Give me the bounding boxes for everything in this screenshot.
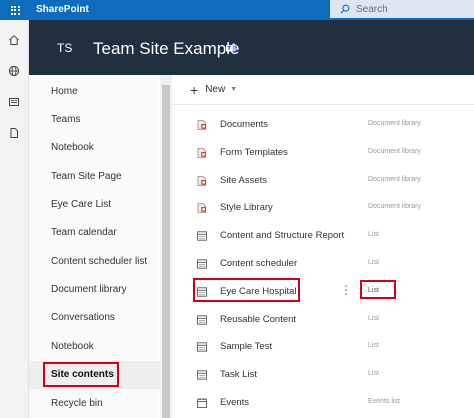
nav-scrollbar-thumb[interactable]: [162, 85, 170, 418]
nav-item-eye-care-list[interactable]: Eye Care List: [51, 198, 111, 212]
calendar-icon: [196, 396, 208, 408]
content-type: Document library: [368, 175, 421, 183]
content-type: List: [368, 342, 379, 350]
site-contents-highlight: [43, 362, 119, 387]
teams-icon[interactable]: [225, 42, 237, 54]
plus-icon: +: [190, 81, 199, 98]
content-type: List: [368, 259, 379, 266]
content-name[interactable]: Events: [220, 397, 249, 408]
content-type: List: [368, 370, 379, 378]
content-row-sample-test[interactable]: Sample Test List: [172, 333, 474, 361]
list-icon: [196, 313, 208, 325]
app-launcher-icon[interactable]: [0, 0, 30, 20]
nav-item-teams[interactable]: Teams: [51, 113, 80, 127]
site-title[interactable]: Team Site Example: [93, 39, 239, 59]
content-row-reusable-content[interactable]: Reusable Content List: [172, 306, 474, 334]
content-row-content-and-structure-report[interactable]: Content and Structure Report List: [172, 222, 474, 250]
nav-item-team-site-page[interactable]: Team Site Page: [51, 170, 122, 184]
content-name[interactable]: Site Assets: [220, 175, 267, 186]
nav-item-notebook-2[interactable]: Notebook: [51, 340, 94, 354]
content-name[interactable]: Style Library: [220, 202, 273, 213]
nav-item-notebook[interactable]: Notebook: [51, 141, 94, 155]
home-icon[interactable]: [7, 33, 21, 47]
command-bar-divider: [172, 104, 474, 105]
globe-icon[interactable]: [7, 64, 21, 78]
nav-item-document-library[interactable]: Document library: [51, 283, 127, 297]
content-row-documents[interactable]: Documents Document library: [172, 111, 474, 139]
library-icon: [196, 118, 208, 130]
content-name[interactable]: Reusable Content: [220, 314, 296, 325]
library-icon: [196, 146, 208, 158]
content-type: List: [368, 231, 379, 239]
suite-bar: SharePoint Search: [0, 0, 474, 20]
content-name[interactable]: Sample Test: [220, 341, 272, 352]
content-row-events[interactable]: Events Events list: [172, 389, 474, 417]
suite-brand[interactable]: SharePoint: [36, 4, 89, 15]
content-row-style-library[interactable]: Style Library Document library: [172, 194, 474, 222]
content-name[interactable]: Documents: [220, 119, 268, 130]
new-button-label: New: [205, 84, 226, 95]
files-icon[interactable]: [7, 126, 21, 140]
list-icon: [196, 257, 208, 269]
content-type: Events list: [368, 398, 400, 405]
nav-item-conversations[interactable]: Conversations: [51, 311, 115, 325]
site-header: TS Team Site Example: [29, 20, 474, 75]
content-type: Document library: [368, 203, 421, 211]
search-icon: [340, 4, 350, 14]
app-bar: [0, 20, 29, 418]
library-icon: [196, 174, 208, 186]
nav-item-home[interactable]: Home: [51, 85, 78, 99]
nav-item-team-calendar[interactable]: Team calendar: [51, 226, 117, 240]
list-icon: [196, 229, 208, 241]
content-type: Document library: [368, 120, 421, 127]
eye-care-hospital-highlight: [193, 278, 300, 302]
news-icon[interactable]: [7, 95, 21, 109]
content-name[interactable]: Form Templates: [220, 147, 288, 158]
search-box[interactable]: Search: [330, 0, 474, 18]
content-name[interactable]: Task List: [220, 369, 257, 380]
nav-item-recycle-bin[interactable]: Recycle bin: [51, 397, 103, 411]
content-type: Document library: [368, 147, 421, 155]
list-icon: [196, 340, 208, 353]
more-options-icon[interactable]: ⋮: [340, 284, 352, 296]
new-button[interactable]: + New ▼: [190, 81, 238, 98]
content-type: List: [368, 314, 379, 322]
chevron-down-icon: ▼: [230, 86, 238, 93]
content-name[interactable]: Content scheduler: [220, 258, 297, 269]
list-type-highlight: [360, 280, 396, 299]
search-placeholder: Search: [356, 3, 388, 15]
content-row-form-templates[interactable]: Form Templates Document library: [172, 139, 474, 167]
list-icon: [196, 368, 208, 380]
site-logo[interactable]: TS: [57, 41, 72, 55]
content-row-task-list[interactable]: Task List List: [172, 361, 474, 389]
content-name[interactable]: Content and Structure Report: [220, 230, 344, 241]
library-icon: [196, 201, 208, 214]
nav-item-content-scheduler-list[interactable]: Content scheduler list: [51, 255, 147, 269]
content-row-content-scheduler[interactable]: Content scheduler List: [172, 250, 474, 278]
content-row-site-assets[interactable]: Site Assets Document library: [172, 167, 474, 195]
